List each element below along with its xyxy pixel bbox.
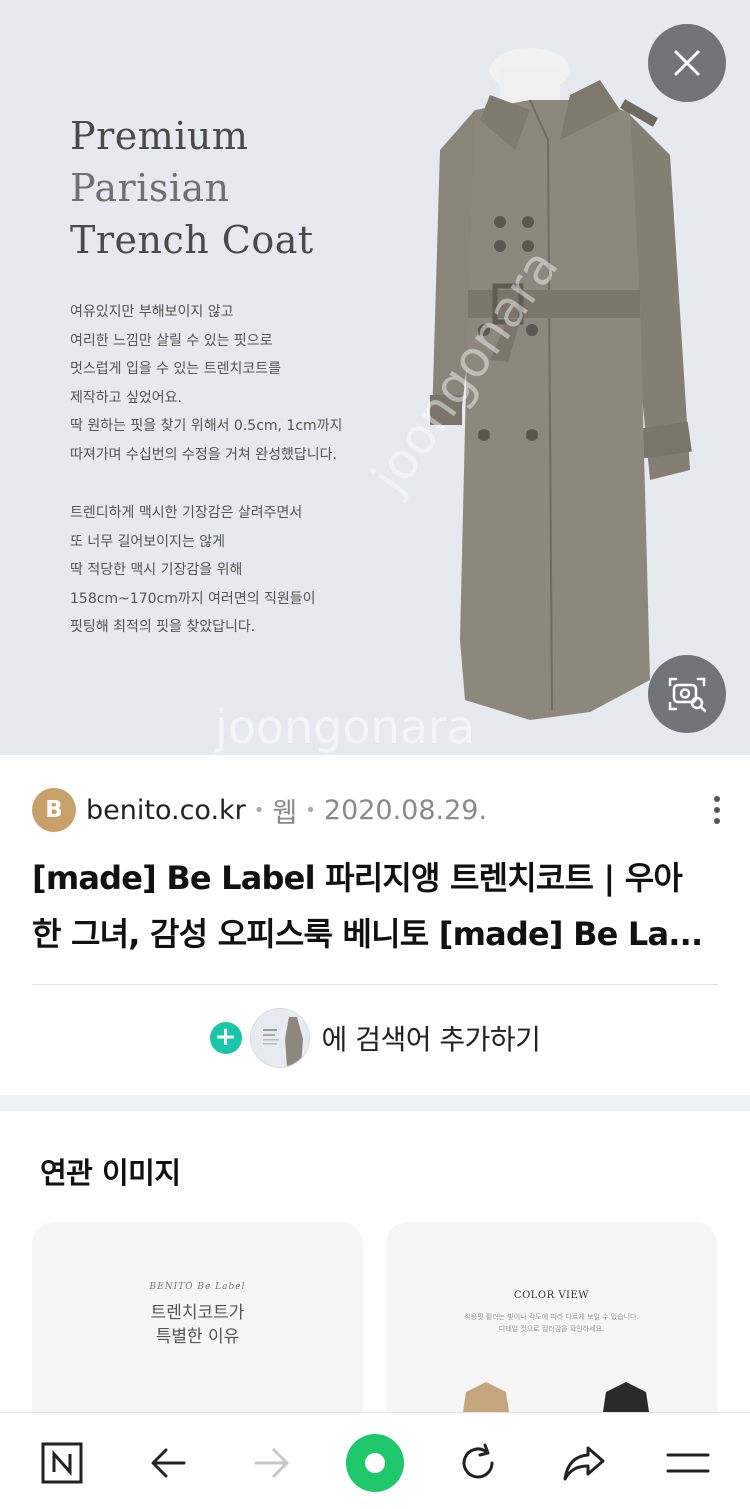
more-options-icon[interactable] (710, 794, 724, 826)
back-arrow-icon (151, 1448, 186, 1478)
green-dot-button[interactable] (346, 1434, 404, 1492)
forward-arrow-icon (254, 1448, 289, 1478)
hero-text-line: 여유있지만 부해보이지 않고 (70, 304, 234, 320)
hero-text-line: 또 너무 길어보이지는 않게 (70, 533, 226, 550)
hero-text-line: 158cm~170cm까지 여러면의 직원들이 (70, 590, 316, 607)
forward-button[interactable] (246, 1437, 298, 1489)
hero-title-line: Premium (70, 114, 249, 158)
card-subtext: 디테일 컷으로 컬러감을 확인하세요. (498, 1325, 605, 1333)
hero-image[interactable]: Premium Parisian Trench Coat 여유있지만 부해보이지… (0, 0, 750, 755)
separator-dot: • (253, 799, 265, 821)
card-text: 특별한 이유 (155, 1327, 240, 1347)
bottom-navigation-bar (0, 1412, 750, 1509)
hero-paragraph-1: 여유있지만 부해보이지 않고 여리한 느낌만 살릴 수 있는 핏으로 멋스럽게 … (70, 298, 342, 469)
separator-dot: • (305, 799, 316, 821)
image-search-button[interactable] (648, 655, 726, 733)
source-avatar: B (32, 788, 76, 832)
lens-search-icon (668, 677, 707, 713)
hero-text-line: 딱 적당한 맥시 기장감을 위해 (70, 562, 243, 578)
plus-icon: + (209, 1022, 242, 1054)
card-heading: COLOR VIEW (513, 1290, 590, 1301)
hero-text-line: 따져가며 수십번의 수정을 거쳐 완성했답니다. (70, 446, 337, 463)
naver-home-button[interactable] (36, 1437, 88, 1489)
close-button[interactable] (648, 24, 726, 102)
share-icon (563, 1446, 605, 1481)
share-button[interactable] (558, 1437, 610, 1489)
hero-text-line: 멋스럽게 입을 수 있는 트렌치코트를 (70, 361, 281, 377)
result-title-line: 한 그녀, 감성 오피스룩 베니토 [made] Be La... (32, 915, 703, 953)
add-search-keyword-button[interactable]: + 에 검색어 추가하기 (0, 1006, 750, 1070)
hero-text-line: 트렌디하게 맥시한 기장감은 살려주면서 (70, 505, 303, 521)
card-subtext: 착용핏 필러는 빛이나 각도에 따라 다르게 보일 수 있습니다. (464, 1313, 639, 1321)
related-images-heading: 연관 이미지 (40, 1156, 181, 1190)
related-image-card[interactable]: BENITO Be Label 트렌치코트가 특별한 이유 (32, 1222, 363, 1432)
source-date: 2020.08.29. (323, 794, 488, 826)
refresh-button[interactable] (452, 1437, 504, 1489)
hero-title-line: Trench Coat (70, 218, 314, 262)
related-image-card[interactable]: COLOR VIEW 착용핏 필러는 빛이나 각도에 따라 다르게 보일 수 있… (386, 1222, 717, 1432)
card-text: 트렌치코트가 (150, 1303, 245, 1323)
section-separator (0, 1095, 750, 1111)
add-keyword-label: 에 검색어 추가하기 (321, 1023, 541, 1056)
hero-text-line: 딱 원하는 핏을 찾기 위해서 0.5cm, 1cm까지 (70, 418, 343, 434)
hero-paragraph-2: 트렌디하게 맥시한 기장감은 살려주면서 또 너무 길어보이지는 않게 딱 적당… (70, 499, 316, 642)
hero-text-line: 핏팅해 최적의 핏을 찾았답니다. (70, 619, 256, 635)
divider (32, 984, 718, 985)
naver-home-icon (41, 1442, 83, 1484)
source-line[interactable]: B benito.co.kr • 웹 • 2020.08.29. (32, 788, 722, 832)
menu-icon (666, 1453, 710, 1473)
source-type: 웹 (272, 797, 298, 829)
close-icon (674, 50, 700, 76)
menu-button[interactable] (662, 1437, 714, 1489)
keyword-thumbnail (249, 1008, 310, 1068)
hero-text-line: 여리한 느낌만 살릴 수 있는 핏으로 (70, 332, 273, 349)
hero-title: Premium Parisian Trench Coat (70, 110, 314, 266)
back-button[interactable] (142, 1437, 194, 1489)
hero-title-line: Parisian (70, 166, 230, 210)
source-domain[interactable]: benito.co.kr (86, 795, 246, 826)
trench-coat-image (430, 48, 692, 720)
green-dot-icon (346, 1434, 404, 1492)
hero-text-line: 제작하고 싶었어요. (70, 389, 182, 406)
refresh-icon (462, 1443, 494, 1479)
result-title-line: [made] Be Label 파리지앵 트렌치코트 | 우아 (32, 859, 683, 897)
card-brand: BENITO Be Label (149, 1282, 246, 1292)
result-title-link[interactable]: [made] Be Label 파리지앵 트렌치코트 | 우아 한 그녀, 감성… (32, 850, 722, 962)
